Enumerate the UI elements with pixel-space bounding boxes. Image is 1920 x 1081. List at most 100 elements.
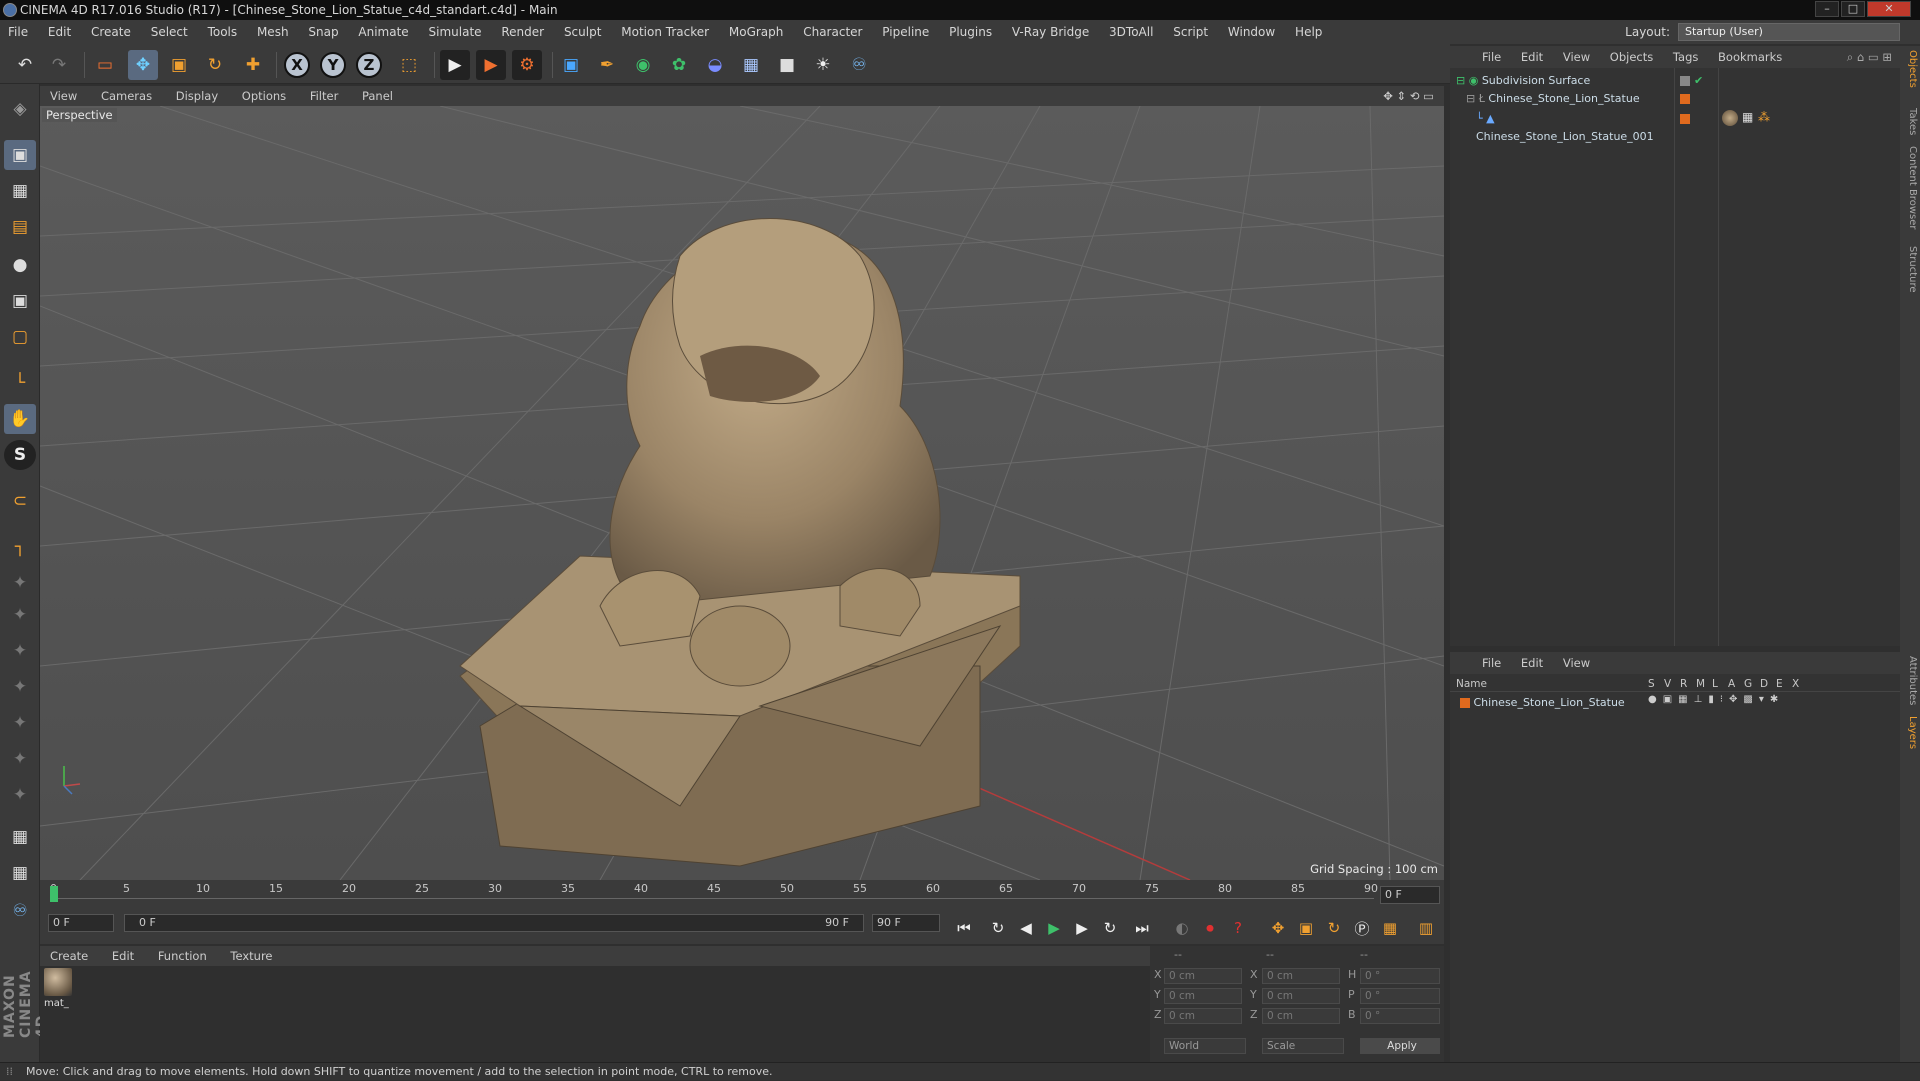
key-pla-icon[interactable]: ▦ — [1378, 916, 1402, 940]
layer-color-swatch[interactable] — [1680, 94, 1690, 104]
move-tool-icon[interactable]: ✥ — [128, 50, 158, 80]
minimize-button[interactable]: – — [1815, 1, 1839, 17]
end-frame-field[interactable]: 90 F — [872, 914, 940, 932]
go-to-start-icon[interactable]: ⏮ — [952, 916, 976, 940]
material-menu-function[interactable]: Function — [148, 946, 217, 966]
subdivision-surface-icon[interactable]: ◉ — [628, 50, 658, 80]
previous-frame-icon[interactable]: ◀ — [1014, 916, 1038, 940]
menu-plugins[interactable]: Plugins — [941, 20, 1000, 44]
undo-icon[interactable]: ↶ — [10, 50, 40, 80]
material-menu-create[interactable]: Create — [40, 946, 98, 966]
menu-mesh[interactable]: Mesh — [249, 20, 297, 44]
menu-render[interactable]: Render — [493, 20, 552, 44]
menu-vray-bridge[interactable]: V-Ray Bridge — [1004, 20, 1097, 44]
menu-help[interactable]: Help — [1287, 20, 1330, 44]
sculpt-inflate-icon[interactable]: ✦ — [4, 708, 36, 738]
material-menu-edit[interactable]: Edit — [102, 946, 144, 966]
rot-b-field[interactable]: 0 ° — [1360, 1008, 1440, 1024]
apply-button[interactable]: Apply — [1360, 1038, 1440, 1054]
close-button[interactable]: ✕ — [1867, 1, 1911, 17]
size-z-field[interactable]: 0 cm — [1262, 1008, 1340, 1024]
viewport-menu-options[interactable]: Options — [232, 86, 296, 106]
menu-select[interactable]: Select — [143, 20, 196, 44]
menu-snap[interactable]: Snap — [300, 20, 346, 44]
render-view-icon[interactable]: ▶ — [440, 50, 470, 80]
viewport-menu-view[interactable]: View — [40, 86, 87, 106]
tab-attributes[interactable]: Attributes — [1902, 656, 1918, 705]
python-icon[interactable]: ♾ — [844, 50, 874, 80]
menu-edit[interactable]: Edit — [40, 20, 79, 44]
menu-window[interactable]: Window — [1220, 20, 1283, 44]
sculpt-flatten-icon[interactable]: ✦ — [4, 672, 36, 702]
object-manager-search-icon[interactable]: ⌕ ⌂ ▭ ⊞ — [1847, 46, 1892, 68]
mograph-cloner-icon[interactable]: ✿ — [664, 50, 694, 80]
viewport-menu-cameras[interactable]: Cameras — [91, 86, 162, 106]
objects-menu-file[interactable]: File — [1474, 46, 1509, 68]
sculpt-pull-icon[interactable]: ✦ — [4, 600, 36, 630]
menu-script[interactable]: Script — [1165, 20, 1216, 44]
rot-p-field[interactable]: 0 ° — [1360, 988, 1440, 1004]
live-selection-icon[interactable]: ▭ — [90, 50, 120, 80]
grid-lock-icon[interactable]: ▦ — [4, 822, 36, 852]
light-bulb-icon[interactable]: ☀ — [808, 50, 838, 80]
menu-tools[interactable]: Tools — [200, 20, 246, 44]
frame-range-slider[interactable]: 0 F 90 F — [124, 914, 864, 932]
maximize-button[interactable]: □ — [1841, 1, 1865, 17]
python-script-icon[interactable]: ♾ — [4, 896, 36, 926]
key-parameter-icon[interactable]: Ⓟ — [1350, 916, 1374, 940]
workplane-mode-icon[interactable]: ▤ — [4, 212, 36, 242]
pos-y-field[interactable]: 0 cm — [1164, 988, 1242, 1004]
material-menu-texture[interactable]: Texture — [220, 946, 282, 966]
autokeying-icon[interactable]: ? — [1226, 916, 1250, 940]
objects-menu-bookmarks[interactable]: Bookmarks — [1710, 46, 1790, 68]
sculpt-smooth-icon[interactable]: ✦ — [4, 636, 36, 666]
play-icon[interactable]: ▶ — [1042, 916, 1066, 940]
size-y-field[interactable]: 0 cm — [1262, 988, 1340, 1004]
floor-object-icon[interactable]: ▦ — [736, 50, 766, 80]
object-name[interactable]: Subdivision Surface — [1482, 74, 1590, 87]
camera-icon[interactable]: ■ — [772, 50, 802, 80]
timeline-window-icon[interactable]: ▥ — [1414, 916, 1438, 940]
tab-content-browser[interactable]: Content Browser — [1902, 146, 1918, 229]
edges-mode-icon[interactable]: ▣ — [4, 286, 36, 316]
menu-animate[interactable]: Animate — [350, 20, 416, 44]
key-scale-icon[interactable]: ▣ — [1294, 916, 1318, 940]
viewport-menu-filter[interactable]: Filter — [300, 86, 348, 106]
layout-dropdown[interactable]: Startup (User) — [1678, 23, 1900, 41]
menu-mograph[interactable]: MoGraph — [721, 20, 792, 44]
menu-pipeline[interactable]: Pipeline — [874, 20, 937, 44]
material-name[interactable]: mat_ — [44, 998, 69, 1009]
scale-tool-icon[interactable]: ▣ — [164, 50, 194, 80]
redo-icon[interactable]: ↷ — [44, 50, 74, 80]
layer-row[interactable]: Chinese_Stone_Lion_Statue — [1460, 694, 1660, 712]
polygons-mode-icon[interactable]: ▢ — [4, 322, 36, 352]
layer-toggles[interactable]: ●▣▦⊥▮⁝✥▩▾✱ — [1648, 694, 1784, 705]
key-position-icon[interactable]: ✥ — [1266, 916, 1290, 940]
axis-mode-icon[interactable]: └ — [4, 368, 36, 398]
transform-tool-icon[interactable]: ✚ — [238, 50, 268, 80]
layers-menu-edit[interactable]: Edit — [1513, 652, 1551, 674]
menu-motion-tracker[interactable]: Motion Tracker — [613, 20, 717, 44]
pen-spline-icon[interactable]: ✒ — [592, 50, 622, 80]
render-picture-viewer-icon[interactable]: ▶ — [476, 50, 506, 80]
x-axis-lock-button[interactable]: X — [284, 52, 310, 78]
objects-menu-edit[interactable]: Edit — [1513, 46, 1551, 68]
objects-menu-objects[interactable]: Objects — [1602, 46, 1661, 68]
deformer-icon[interactable]: ◒ — [700, 50, 730, 80]
tab-layers[interactable]: Layers — [1902, 716, 1918, 749]
cube-object-icon[interactable]: ▣ — [556, 50, 586, 80]
viewport-camera-label[interactable]: Perspective — [42, 108, 117, 122]
layers-menu-view[interactable]: View — [1555, 652, 1598, 674]
start-frame-field[interactable]: 0 F — [48, 914, 114, 932]
rotate-tool-icon[interactable]: ↻ — [200, 50, 230, 80]
layer-color-swatch[interactable] — [1680, 114, 1690, 124]
layer-color-swatch[interactable] — [1460, 698, 1470, 708]
sculpt-grab-icon[interactable]: ✦ — [4, 744, 36, 774]
object-name[interactable]: Chinese_Stone_Lion_Statue — [1488, 92, 1639, 105]
loop-icon[interactable]: ↻ — [986, 916, 1010, 940]
menu-3dtoall[interactable]: 3DToAll — [1101, 20, 1161, 44]
objects-menu-view[interactable]: View — [1555, 46, 1598, 68]
workplane-icon[interactable]: ┐ — [4, 532, 36, 562]
cycle-icon[interactable]: ↻ — [1098, 916, 1122, 940]
visibility-toggle[interactable] — [1680, 76, 1690, 86]
